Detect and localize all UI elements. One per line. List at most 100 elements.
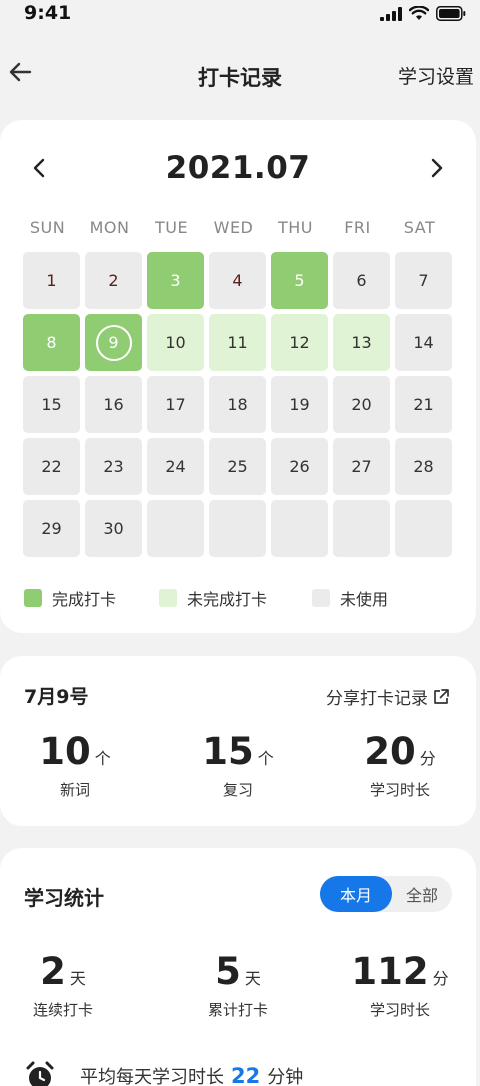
stat-total-days: 5天 累计打卡 xyxy=(193,950,283,1020)
calendar-day-empty xyxy=(395,500,452,557)
study-settings-button[interactable]: 学习设置 xyxy=(398,62,474,89)
calendar-day-5[interactable]: 5 xyxy=(271,252,328,309)
stat-study-time: 20 分 学习时长 xyxy=(352,730,448,800)
legend-swatch-partial xyxy=(159,589,177,607)
calendar-day-number: 5 xyxy=(294,271,305,290)
calendar-day-number: 23 xyxy=(103,457,124,476)
calendar-day-number: 30 xyxy=(103,519,124,538)
wifi-icon xyxy=(409,6,429,20)
calendar-day-number: 25 xyxy=(227,457,248,476)
calendar-day-16[interactable]: 16 xyxy=(85,376,142,433)
battery-icon xyxy=(436,6,466,21)
average-value: 22 xyxy=(231,1064,261,1086)
calendar-day-13[interactable]: 13 xyxy=(333,314,390,371)
stat-unit: 个 xyxy=(257,749,274,768)
calendar-day-12[interactable]: 12 xyxy=(271,314,328,371)
legend-label-unused: 未使用 xyxy=(340,590,389,609)
calendar-day-10[interactable]: 10 xyxy=(147,314,204,371)
status-time: 9:41 xyxy=(24,2,72,24)
stat-label: 学习时长 xyxy=(369,781,430,799)
calendar-day-number: 16 xyxy=(103,395,124,414)
calendar-day-number: 17 xyxy=(165,395,186,414)
calendar-day-24[interactable]: 24 xyxy=(147,438,204,495)
average-study-time: 平均每天学习时长 22 分钟 xyxy=(24,1060,303,1086)
calendar-day-7[interactable]: 7 xyxy=(395,252,452,309)
stat-label: 复习 xyxy=(222,781,253,799)
legend-label-done: 完成打卡 xyxy=(52,590,117,609)
calendar-day-27[interactable]: 27 xyxy=(333,438,390,495)
calendar-day-4[interactable]: 4 xyxy=(209,252,266,309)
stat-unit: 分 xyxy=(432,969,449,988)
weekday-row: SUN MON TUE WED THU FRI SAT xyxy=(19,218,448,237)
weekday-label: THU xyxy=(277,218,313,237)
share-record-label: 分享打卡记录 xyxy=(326,689,428,709)
calendar-day-number: 7 xyxy=(418,271,429,290)
share-record-button[interactable]: 分享打卡记录 xyxy=(326,684,450,709)
status-bar: 9:41 xyxy=(0,0,480,28)
calendar-day-19[interactable]: 19 xyxy=(271,376,328,433)
daily-summary-card: 7月9号 分享打卡记录 10 个 新词 15 个 复习 20 分 学习时长 xyxy=(0,656,476,826)
calendar-day-21[interactable]: 21 xyxy=(395,376,452,433)
calendar-day-9[interactable]: 9 xyxy=(85,314,142,371)
calendar-day-14[interactable]: 14 xyxy=(395,314,452,371)
stat-unit: 分 xyxy=(419,749,436,768)
today-ring: 9 xyxy=(95,324,132,361)
calendar-day-17[interactable]: 17 xyxy=(147,376,204,433)
calendar-day-28[interactable]: 28 xyxy=(395,438,452,495)
stat-total-time: 112 分 学习时长 xyxy=(346,950,454,1020)
stat-streak: 2天 连续打卡 xyxy=(18,950,108,1020)
calendar-day-empty xyxy=(333,500,390,557)
nav-bar: 打卡记录 学习设置 xyxy=(0,48,480,100)
calendar-day-11[interactable]: 11 xyxy=(209,314,266,371)
calendar-day-6[interactable]: 6 xyxy=(333,252,390,309)
weekday-label: TUE xyxy=(154,218,189,237)
stat-label: 累计打卡 xyxy=(207,1001,268,1019)
calendar-day-number: 1 xyxy=(46,271,57,290)
calendar-day-15[interactable]: 15 xyxy=(23,376,80,433)
legend-label-partial: 未完成打卡 xyxy=(187,590,268,609)
period-toggle: 本月 全部 xyxy=(320,876,452,912)
stat-value: 20 xyxy=(364,730,416,773)
calendar-day-22[interactable]: 22 xyxy=(23,438,80,495)
calendar-day-3[interactable]: 3 xyxy=(147,252,204,309)
chevron-right-icon[interactable] xyxy=(424,156,448,180)
calendar-day-8[interactable]: 8 xyxy=(23,314,80,371)
calendar-day-29[interactable]: 29 xyxy=(23,500,80,557)
study-stats-card: 学习统计 本月 全部 2天 连续打卡 5天 累计打卡 112 分 学习时长 平均每… xyxy=(0,848,476,1086)
calendar-day-2[interactable]: 2 xyxy=(85,252,142,309)
calendar-day-20[interactable]: 20 xyxy=(333,376,390,433)
calendar-day-number: 10 xyxy=(165,333,186,352)
stat-unit: 个 xyxy=(94,749,111,768)
stat-unit: 天 xyxy=(244,969,261,988)
calendar-day-18[interactable]: 18 xyxy=(209,376,266,433)
calendar-day-25[interactable]: 25 xyxy=(209,438,266,495)
calendar-month: 2021.07 xyxy=(165,150,311,186)
calendar-day-number: 21 xyxy=(413,395,434,414)
calendar-day-number: 20 xyxy=(351,395,372,414)
calendar-day-number: 26 xyxy=(289,457,310,476)
calendar-day-empty xyxy=(147,500,204,557)
alarm-clock-icon xyxy=(26,1061,54,1086)
tab-all[interactable]: 全部 xyxy=(392,876,452,912)
calendar-day-number: 12 xyxy=(289,333,310,352)
calendar-days-grid: 1 2 3 4 5 6 7 8 9 10 11 12 13 14 15 16 17 18 19 20 21 22 23 24 2… xyxy=(23,252,452,557)
stat-label: 新词 xyxy=(59,781,90,799)
tab-this-month[interactable]: 本月 xyxy=(320,876,392,912)
calendar-day-30[interactable]: 30 xyxy=(85,500,142,557)
study-stats-title: 学习统计 xyxy=(24,886,104,910)
calendar-day-number: 14 xyxy=(413,333,434,352)
calendar-legend: 完成打卡 未完成打卡 未使用 xyxy=(24,586,388,610)
stat-label: 连续打卡 xyxy=(32,1001,93,1019)
weekday-label: FRI xyxy=(344,218,371,237)
signal-icon xyxy=(380,6,402,21)
weekday-label: WED xyxy=(213,218,254,237)
calendar-day-number: 18 xyxy=(227,395,248,414)
calendar-day-number: 29 xyxy=(41,519,62,538)
calendar-day-23[interactable]: 23 xyxy=(85,438,142,495)
weekday-label: SUN xyxy=(29,218,66,237)
stat-value: 112 xyxy=(351,950,429,993)
calendar-day-1[interactable]: 1 xyxy=(23,252,80,309)
calendar-day-26[interactable]: 26 xyxy=(271,438,328,495)
status-icons xyxy=(380,6,466,21)
calendar-day-number: 4 xyxy=(232,271,243,290)
